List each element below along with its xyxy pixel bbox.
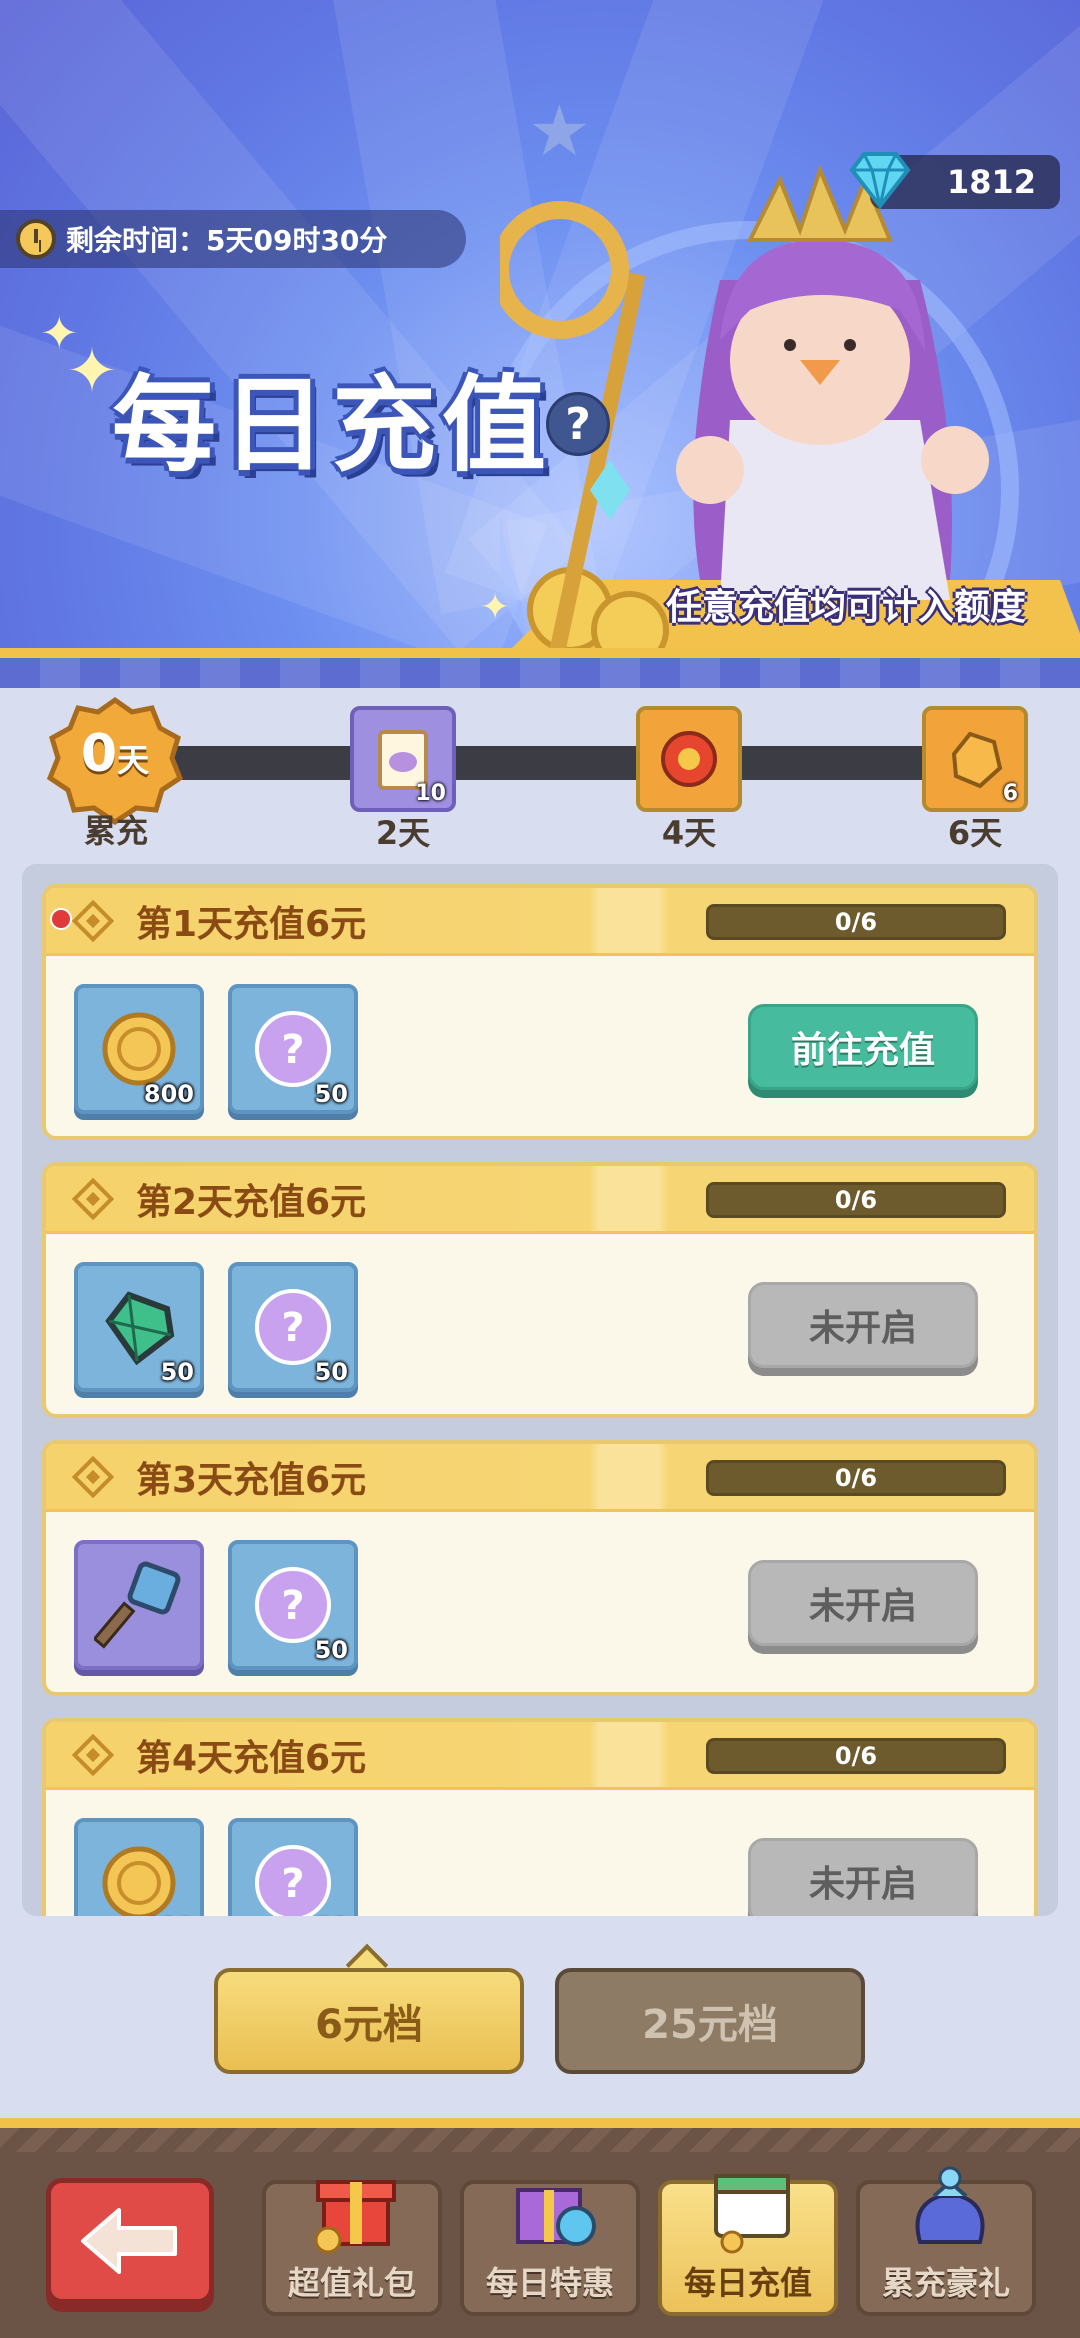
card-progress: 0/6 [706, 1738, 1006, 1774]
reward-item[interactable]: ? 50 [228, 1818, 358, 1916]
card-title: 第2天充值6元 [136, 1181, 367, 1223]
milestone-label-2: 2天 [375, 814, 431, 852]
mystery-orb-icon: ? [255, 1011, 331, 1087]
clock-icon [16, 219, 56, 259]
diamond-emblem-icon [71, 1177, 115, 1220]
gift-box-icon [314, 2180, 396, 2254]
milestone-count: 6 [1002, 781, 1018, 806]
tab-daily-recharge[interactable]: 每日充值 [658, 2174, 838, 2316]
reward-count: 800 [143, 1080, 194, 1108]
reward-item[interactable]: ? 50 [228, 1540, 358, 1670]
milestone-reward-6[interactable]: 6 [922, 706, 1028, 812]
tab-daily-deal[interactable]: 每日特惠 [460, 2180, 640, 2316]
day-card-4: 第4天充值6元 0/6 800 ? 50 未开启 [42, 1718, 1038, 1916]
svg-text:?: ? [281, 1583, 304, 1629]
reward-count: 50 [314, 1358, 348, 1386]
event-banner: ✦ ✦ ✦ ★ 剩余时间：5天09时30分 1812 每日充值 ? 任意充值均可… [0, 0, 1080, 660]
mystery-orb-icon: ? [255, 1567, 331, 1643]
reward-item[interactable]: 800 [74, 1818, 204, 1916]
daily-reward-list[interactable]: 第1天充值6元 0/6 800 ? 50 前往充值 第2天充值6元 0/6 50… [22, 864, 1058, 1916]
back-arrow-icon [81, 2208, 177, 2274]
tier-25-button[interactable]: 25元档 [555, 1968, 865, 2074]
day-card-1: 第1天充值6元 0/6 800 ? 50 前往充值 [42, 884, 1038, 1140]
tab-cumulative-gift[interactable]: 累充豪礼 [856, 2166, 1036, 2316]
milestone-count: 10 [415, 781, 446, 806]
tab-label: 累充豪礼 [881, 2264, 1010, 2302]
card-progress: 0/6 [706, 904, 1006, 940]
tab-label: 每日特惠 [485, 2264, 614, 2302]
hammer-icon [94, 1561, 181, 1649]
cumulative-progress-track [150, 746, 990, 780]
bottom-nav: 超值礼包 每日特惠 每日充值 累充豪礼 [0, 2118, 1080, 2338]
card-progress: 0/6 [706, 1182, 1006, 1218]
tab-value-pack[interactable]: 超值礼包 [262, 2180, 442, 2316]
reward-item[interactable]: 800 [74, 984, 204, 1114]
card-progress: 0/6 [706, 1460, 1006, 1496]
gem-bag-icon [915, 2166, 985, 2244]
diamond-emblem-icon [71, 1733, 115, 1776]
reward-item[interactable] [74, 1540, 204, 1670]
locked-button[interactable]: 未开启 [748, 1282, 978, 1368]
svg-text:?: ? [281, 1305, 304, 1351]
reward-count: 50 [314, 1080, 348, 1108]
go-recharge-button[interactable]: 前往充值 [748, 1004, 978, 1090]
back-button[interactable] [46, 2178, 214, 2304]
sparkle-icon: ✦ [66, 334, 118, 407]
reward-count: 50 [160, 1358, 194, 1386]
svg-text:?: ? [281, 1861, 304, 1907]
help-button[interactable]: ? [546, 392, 610, 456]
reward-item[interactable]: ? 50 [228, 1262, 358, 1392]
tab-label: 每日充值 [683, 2264, 812, 2302]
milestone-reward-2[interactable]: 10 [350, 706, 456, 812]
red-chip-icon [661, 731, 717, 787]
svg-text:?: ? [281, 1027, 304, 1073]
star-decoration-icon: ★ [528, 90, 591, 172]
milestone-label-4: 4天 [661, 814, 717, 852]
day-card-3: 第3天充值6元 0/6 ? 50 未开启 [42, 1440, 1038, 1696]
green-crystal-icon [105, 1291, 175, 1366]
diamond-emblem-icon [71, 1455, 115, 1498]
reward-item[interactable]: 50 [74, 1262, 204, 1392]
current-days-unit: 天 [117, 741, 150, 779]
card-title: 第4天充值6元 [136, 1737, 367, 1779]
reward-count: 50 [314, 1636, 348, 1664]
reward-count: 50 [315, 1914, 348, 1916]
page-title: 每日充值 [112, 364, 553, 486]
locked-button[interactable]: 未开启 [748, 1838, 978, 1916]
calendar-icon [714, 2174, 790, 2254]
milestone-label-6: 6天 [947, 814, 1003, 852]
mystery-orb-icon: ? [255, 1845, 331, 1916]
notification-dot [50, 908, 72, 930]
card-title: 第1天充值6元 [136, 903, 367, 945]
tier-6-button[interactable]: 6元档 [214, 1968, 524, 2074]
day-card-2: 第2天充值6元 0/6 50 ? 50 未开启 [42, 1162, 1038, 1418]
milestone-reward-4[interactable] [636, 706, 742, 812]
remaining-time-bar: 剩余时间：5天09时30分 [0, 210, 466, 268]
remaining-time-text: 剩余时间：5天09时30分 [66, 224, 388, 257]
amber-ore-icon [951, 731, 1003, 789]
locked-button[interactable]: 未开启 [748, 1560, 978, 1646]
banner-subtitle: 任意充值均可计入额度 [665, 587, 1026, 628]
mystery-orb-icon: ? [255, 1289, 331, 1365]
timer-gift-icon [516, 2188, 596, 2246]
gold-coin-icon [102, 1012, 176, 1086]
reward-count: 800 [144, 1914, 194, 1916]
diamond-icon [849, 152, 911, 210]
tab-label: 超值礼包 [287, 2264, 416, 2302]
reward-item[interactable]: ? 50 [228, 984, 358, 1114]
gem-count: 1812 [946, 163, 1036, 201]
diamond-emblem-icon [71, 899, 115, 942]
current-days-value: 0 [80, 724, 118, 784]
card-title: 第3天充值6元 [136, 1459, 367, 1501]
gold-coin-icon [102, 1846, 176, 1916]
cumulative-label: 累充 [83, 812, 148, 850]
